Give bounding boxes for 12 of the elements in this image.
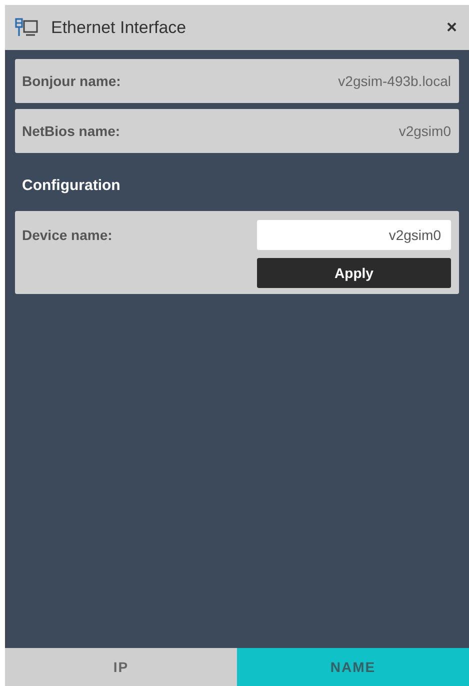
field-label: Bonjour name: (22, 72, 121, 91)
field-value: v2gsim0 (398, 122, 451, 141)
device-name-field[interactable]: v2gsim0 (257, 220, 451, 250)
field-label: NetBios name: (22, 122, 120, 140)
section-heading: Configuration (21, 176, 122, 196)
close-button[interactable]: × (446, 14, 457, 41)
apply-button[interactable]: Apply (257, 258, 451, 288)
field-value: v2gsim-493b.local (338, 72, 451, 91)
window-title: Ethernet Interface (51, 16, 188, 39)
tab[interactable]: IP (5, 648, 237, 686)
network-computer-icon (15, 18, 39, 38)
field-label: Device name: (22, 226, 112, 244)
